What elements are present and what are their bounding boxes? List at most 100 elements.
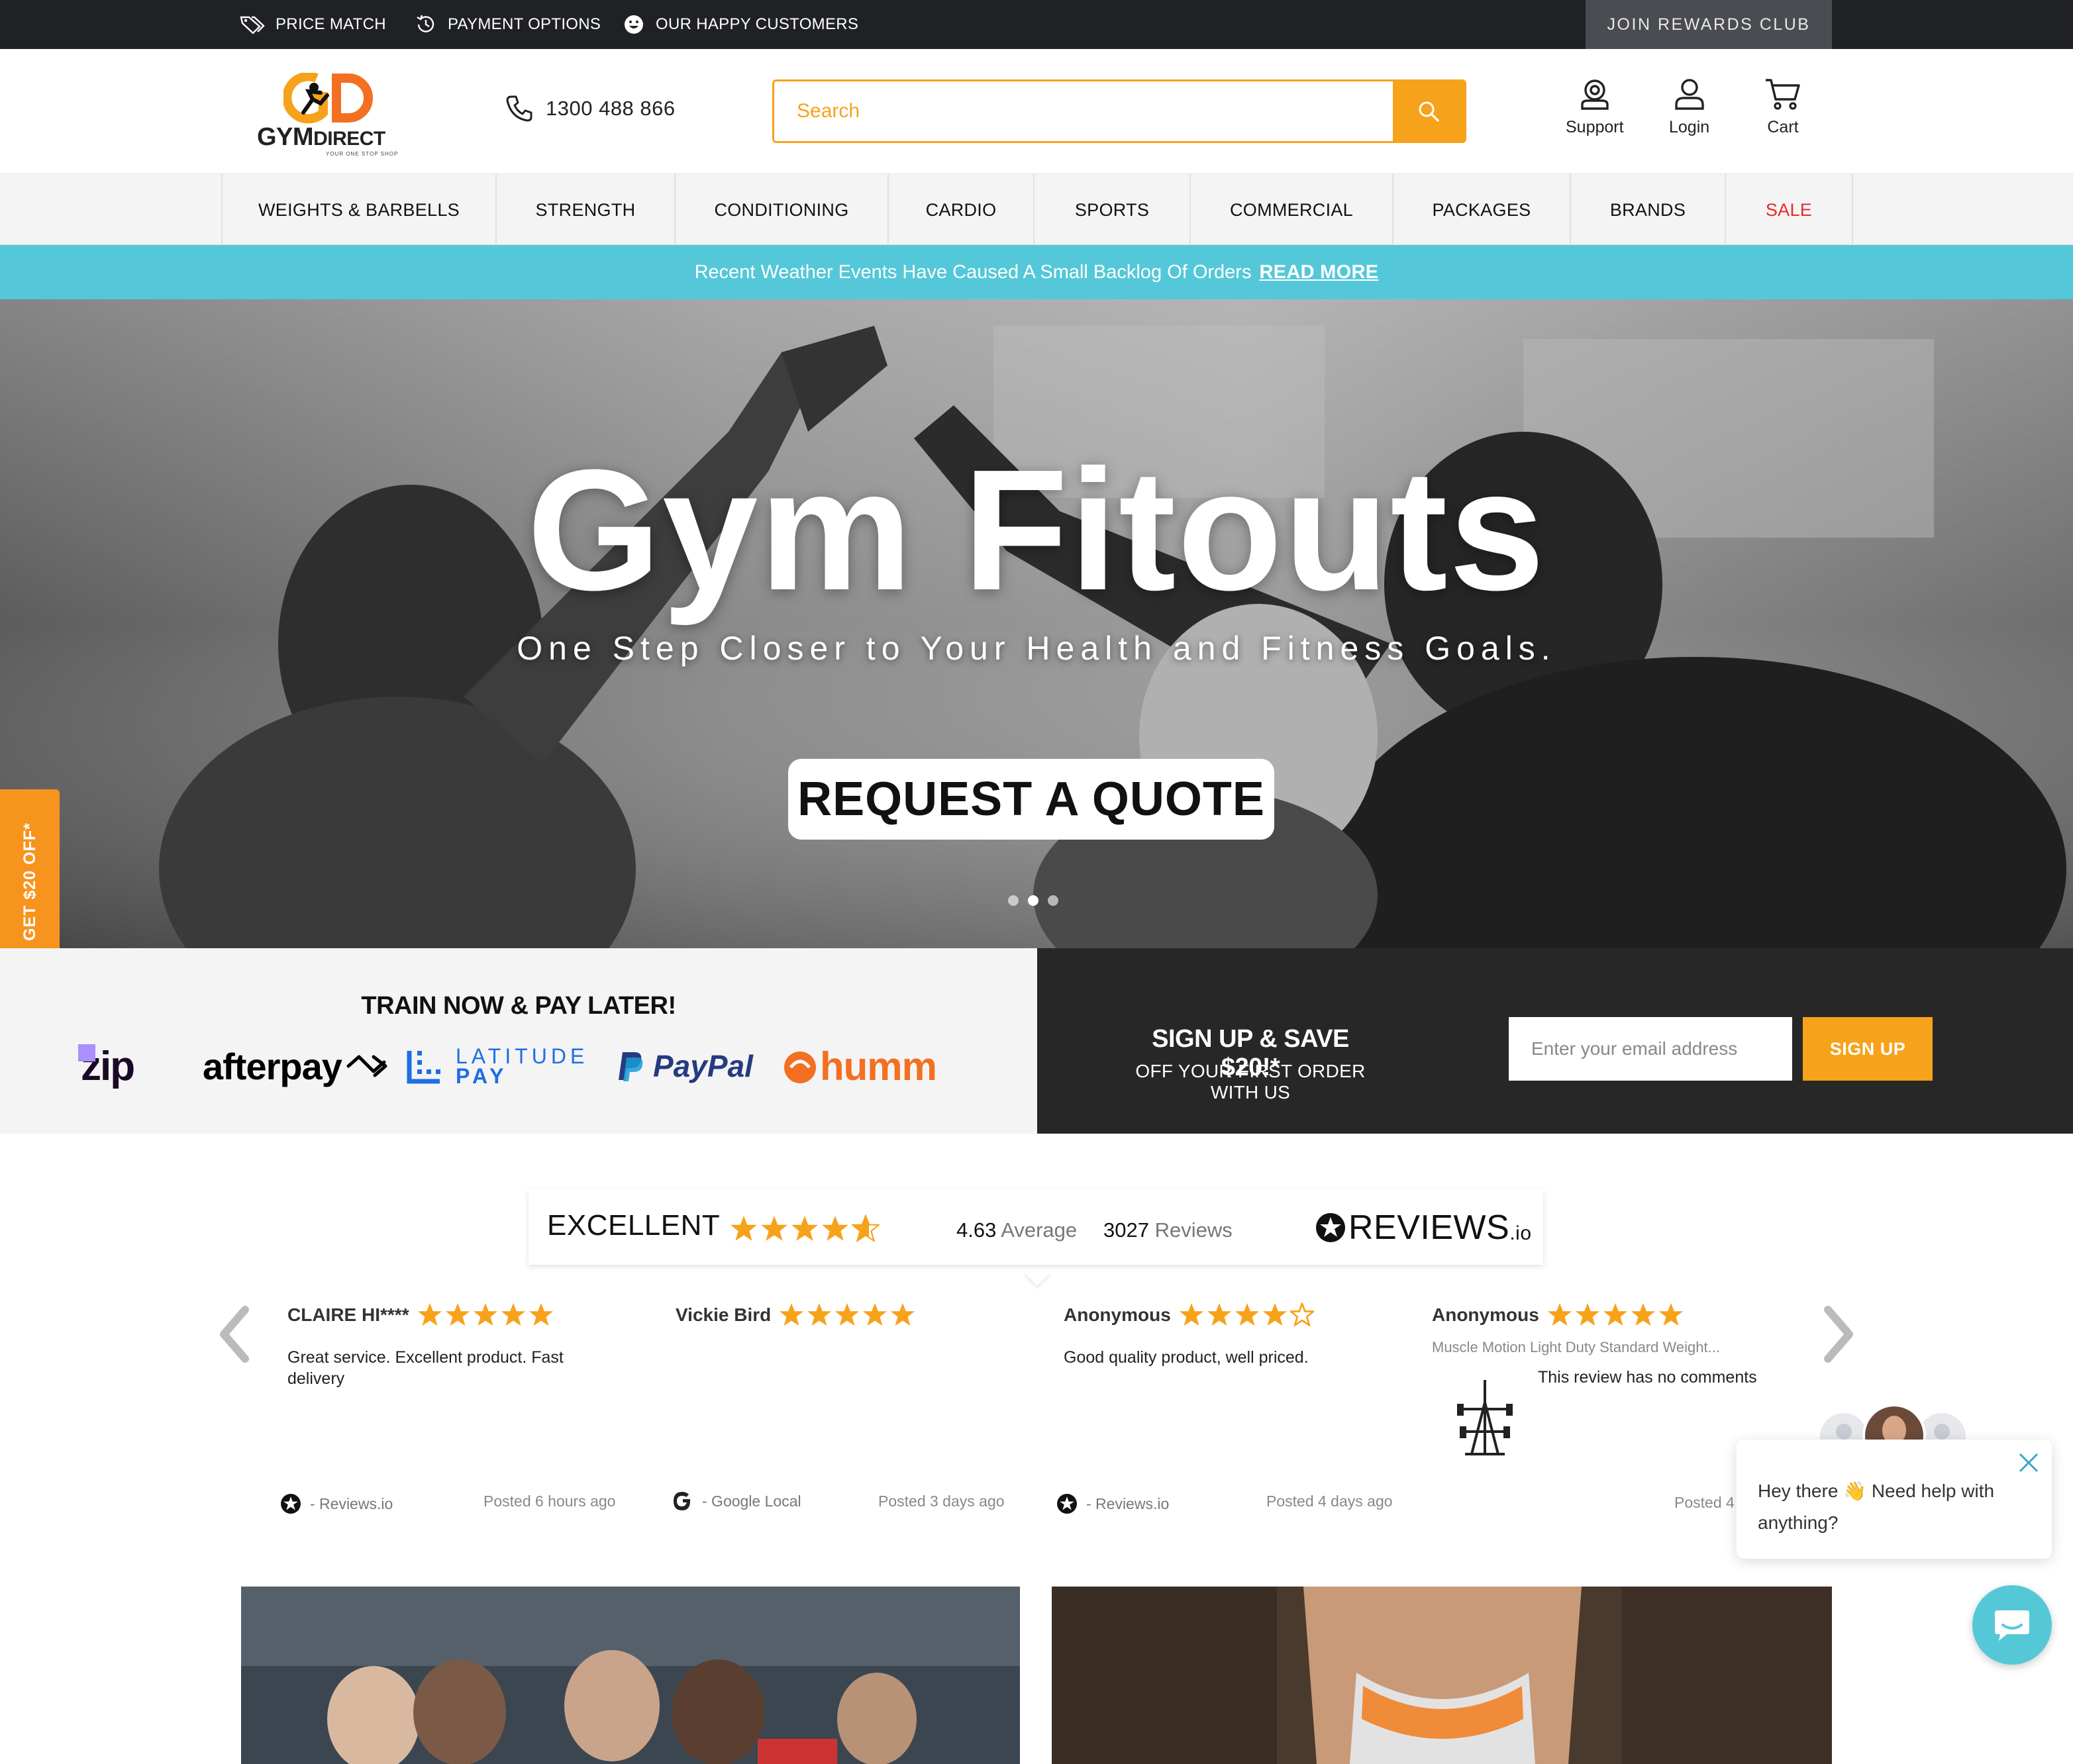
support-label: Support [1566,118,1624,136]
get-discount-tab[interactable]: GET $20 OFF* [0,789,60,973]
womens-fitness-photo [1052,1587,1832,1764]
phone-link[interactable]: 1300 488 866 [505,94,676,123]
review-source-label: - Google Local [702,1492,801,1510]
price-match-label: PRICE MATCH [276,15,386,33]
nav-item-cardio[interactable]: CARDIO [887,174,1033,246]
close-icon[interactable] [2017,1451,2040,1474]
google-icon [674,1492,691,1510]
top-bar: PRICE MATCH PAYMENT OPTIONS OUR HAPPY CU… [0,0,2073,49]
nav-item-packages[interactable]: PACKAGES [1392,174,1570,246]
chat-prompt[interactable]: Hey there 👋 Need help with anything? [1737,1440,2052,1559]
nav-item-strength[interactable]: STRENGTH [495,174,674,246]
average-rating: 4.63 Average [956,1218,1077,1242]
chevron-right-icon[interactable] [1820,1306,1857,1363]
review-count: 3027 Reviews [1103,1218,1233,1242]
humm-logo: humm [782,1040,937,1093]
search-button[interactable] [1393,81,1464,141]
review-count-value: 3027 [1103,1218,1149,1242]
reviewer-name-row: Anonymous [1432,1302,1684,1328]
cart-icon [1766,79,1800,110]
payment-options-link[interactable]: PAYMENT OPTIONS [415,0,601,49]
review-product-name[interactable]: Muscle Motion Light Duty Standard Weight… [1432,1339,1763,1356]
email-field[interactable] [1509,1017,1792,1081]
login-label: Login [1669,118,1710,136]
weight-tree-product-image[interactable] [1452,1376,1518,1459]
header: GYMDIRECT YOUR ONE STOP SHOP 1300 488 86… [0,49,2073,173]
join-rewards-button[interactable]: JOIN REWARDS CLUB [1586,0,1832,49]
review-source: - Reviews.io [1056,1493,1169,1515]
nav-item-sale[interactable]: SALE [1725,174,1853,246]
reviews-io-wordmark: REVIEWS [1348,1208,1510,1247]
afterpay-loop-icon [346,1055,387,1077]
main-nav: WEIGHTS & BARBELLS STRENGTH CONDITIONING… [0,173,2073,246]
nav-item-conditioning[interactable]: CONDITIONING [674,174,887,246]
slider-dots [1008,895,1058,906]
request-quote-button[interactable]: REQUEST A QUOTE [788,759,1274,840]
review-source-label: - Reviews.io [310,1494,393,1512]
get-discount-label: GET $20 OFF* [20,822,39,941]
nav-item-brands[interactable]: BRANDS [1570,174,1725,246]
rating-stars-icon [731,1215,880,1242]
review-posted: Posted 3 days ago [878,1493,1005,1510]
review-source: - Reviews.io [279,1493,393,1515]
hero-title: Gym Fitouts [527,434,1546,626]
slider-dot[interactable] [1048,895,1058,906]
chat-message-start: Hey there [1758,1481,1844,1501]
nav-item-commercial[interactable]: COMMERCIAL [1189,174,1392,246]
support-link[interactable]: Support [1566,77,1624,137]
average-value: 4.63 [956,1218,997,1242]
page: PRICE MATCH PAYMENT OPTIONS OUR HAPPY CU… [0,0,2073,1764]
paypal-logo: PayPal [616,1040,753,1093]
review-posted: Posted 4 [1674,1494,1735,1511]
promo-image-group-training[interactable] [241,1587,1020,1764]
paypal-wordmark: PayPal [653,1049,753,1083]
slider-dot-active[interactable] [1028,895,1038,906]
latitude-pay-word: PAY [456,1064,508,1088]
signup-section: SIGN UP & SAVE $20!* OFF YOUR FIRST ORDE… [1037,948,2073,1134]
slider-dot[interactable] [1008,895,1019,906]
reviews-io-logo[interactable]: REVIEWS .io [1314,1208,1532,1248]
humm-mark-icon [784,1052,816,1083]
login-link[interactable]: Login [1669,77,1709,137]
search-input[interactable] [774,81,1391,141]
review-text: This review has no comments [1538,1368,1757,1387]
phone-icon [506,95,532,122]
history-icon [417,15,434,32]
promo-image-womens-fitness[interactable] [1052,1587,1832,1764]
reviews-io-suffix: .io [1509,1222,1532,1244]
price-match-link[interactable]: PRICE MATCH [240,0,386,49]
humm-wordmark: humm [820,1044,937,1089]
logo[interactable]: GYMDIRECT YOUR ONE STOP SHOP [254,69,404,162]
smiley-icon [625,15,643,34]
reviews-summary: EXCELLENT 4.63 Average 3027 Reviews REVI… [529,1189,1543,1265]
zip-logo: zip [78,1040,135,1093]
review-source-label: - Reviews.io [1086,1494,1170,1512]
five-stars-icon [417,1302,553,1326]
chat-launcher-button[interactable] [1972,1585,2052,1665]
chevron-left-icon[interactable] [216,1306,253,1363]
logo-word-direct: DIRECT [313,128,385,150]
review-posted: Posted 4 days ago [1266,1493,1393,1510]
wave-emoji-icon: 👋 [1843,1481,1867,1501]
search-box [772,79,1466,143]
nav-item-weights-barbells[interactable]: WEIGHTS & BARBELLS [221,174,495,246]
nav-item-sports[interactable]: SPORTS [1033,174,1189,246]
happy-customers-link[interactable]: OUR HAPPY CUSTOMERS [623,0,858,49]
cart-link[interactable]: Cart [1764,77,1801,137]
review-posted: Posted 6 hours ago [483,1493,616,1510]
five-stars-icon [1547,1302,1683,1326]
latitude-mark-icon [407,1051,440,1084]
average-label: Average [1001,1218,1078,1242]
sign-up-button[interactable]: SIGN UP [1803,1017,1933,1081]
read-more-link[interactable]: READ MORE [1259,262,1378,283]
reviewer-name: Anonymous [1432,1304,1539,1325]
hero-banner[interactable]: Gym Fitouts One Step Closer to Your Heal… [0,299,2073,948]
logo-tagline: YOUR ONE STOP SHOP [326,151,399,157]
reviewer-name: CLAIRE HI**** [287,1304,409,1325]
happy-customers-label: OUR HAPPY CUSTOMERS [656,15,859,33]
reviews-io-star-icon [281,1494,301,1514]
reviewer-name: Vickie Bird [676,1304,772,1325]
cart-label: Cart [1767,118,1799,136]
review-count-label: Reviews [1154,1218,1233,1242]
reviewer-name-row: Anonymous [1064,1302,1315,1328]
